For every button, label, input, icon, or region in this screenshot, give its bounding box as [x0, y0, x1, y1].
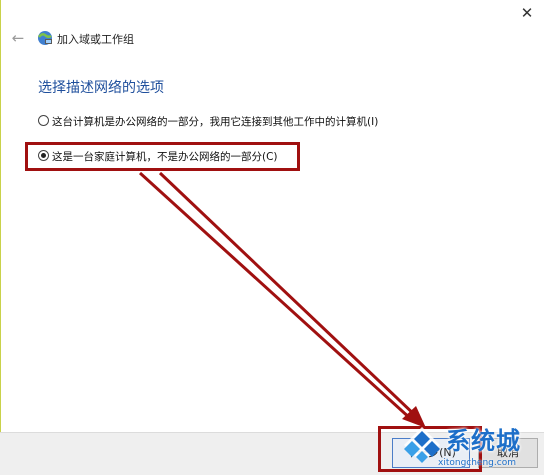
option-office-network-label: 这台计算机是办公网络的一部分，我用它连接到其他工作中的计算机(I)	[52, 116, 379, 128]
annotation-arrow-right-line	[158, 171, 420, 420]
close-button[interactable]: ✕	[512, 2, 542, 24]
section-title: 选择描述网络的选项	[38, 80, 164, 96]
close-icon: ✕	[520, 4, 534, 22]
annotation-arrow	[138, 171, 426, 428]
wizard-title: 加入域或工作组	[57, 33, 134, 46]
window-frame-left	[0, 0, 1, 474]
annotation-box-option	[25, 142, 300, 171]
watermark-url: xitongcheng.com	[438, 458, 516, 468]
annotation-arrow-left-line	[138, 171, 414, 422]
option-office-network[interactable]: 这台计算机是办公网络的一部分，我用它连接到其他工作中的计算机(I)	[38, 114, 378, 132]
wizard-header: ← 加入域或工作组	[0, 26, 544, 54]
back-arrow-icon[interactable]: ←	[10, 30, 26, 46]
watermark-text: 系统城	[446, 427, 521, 455]
network-globe-icon	[38, 31, 52, 45]
radio-office-network[interactable]	[38, 115, 49, 126]
